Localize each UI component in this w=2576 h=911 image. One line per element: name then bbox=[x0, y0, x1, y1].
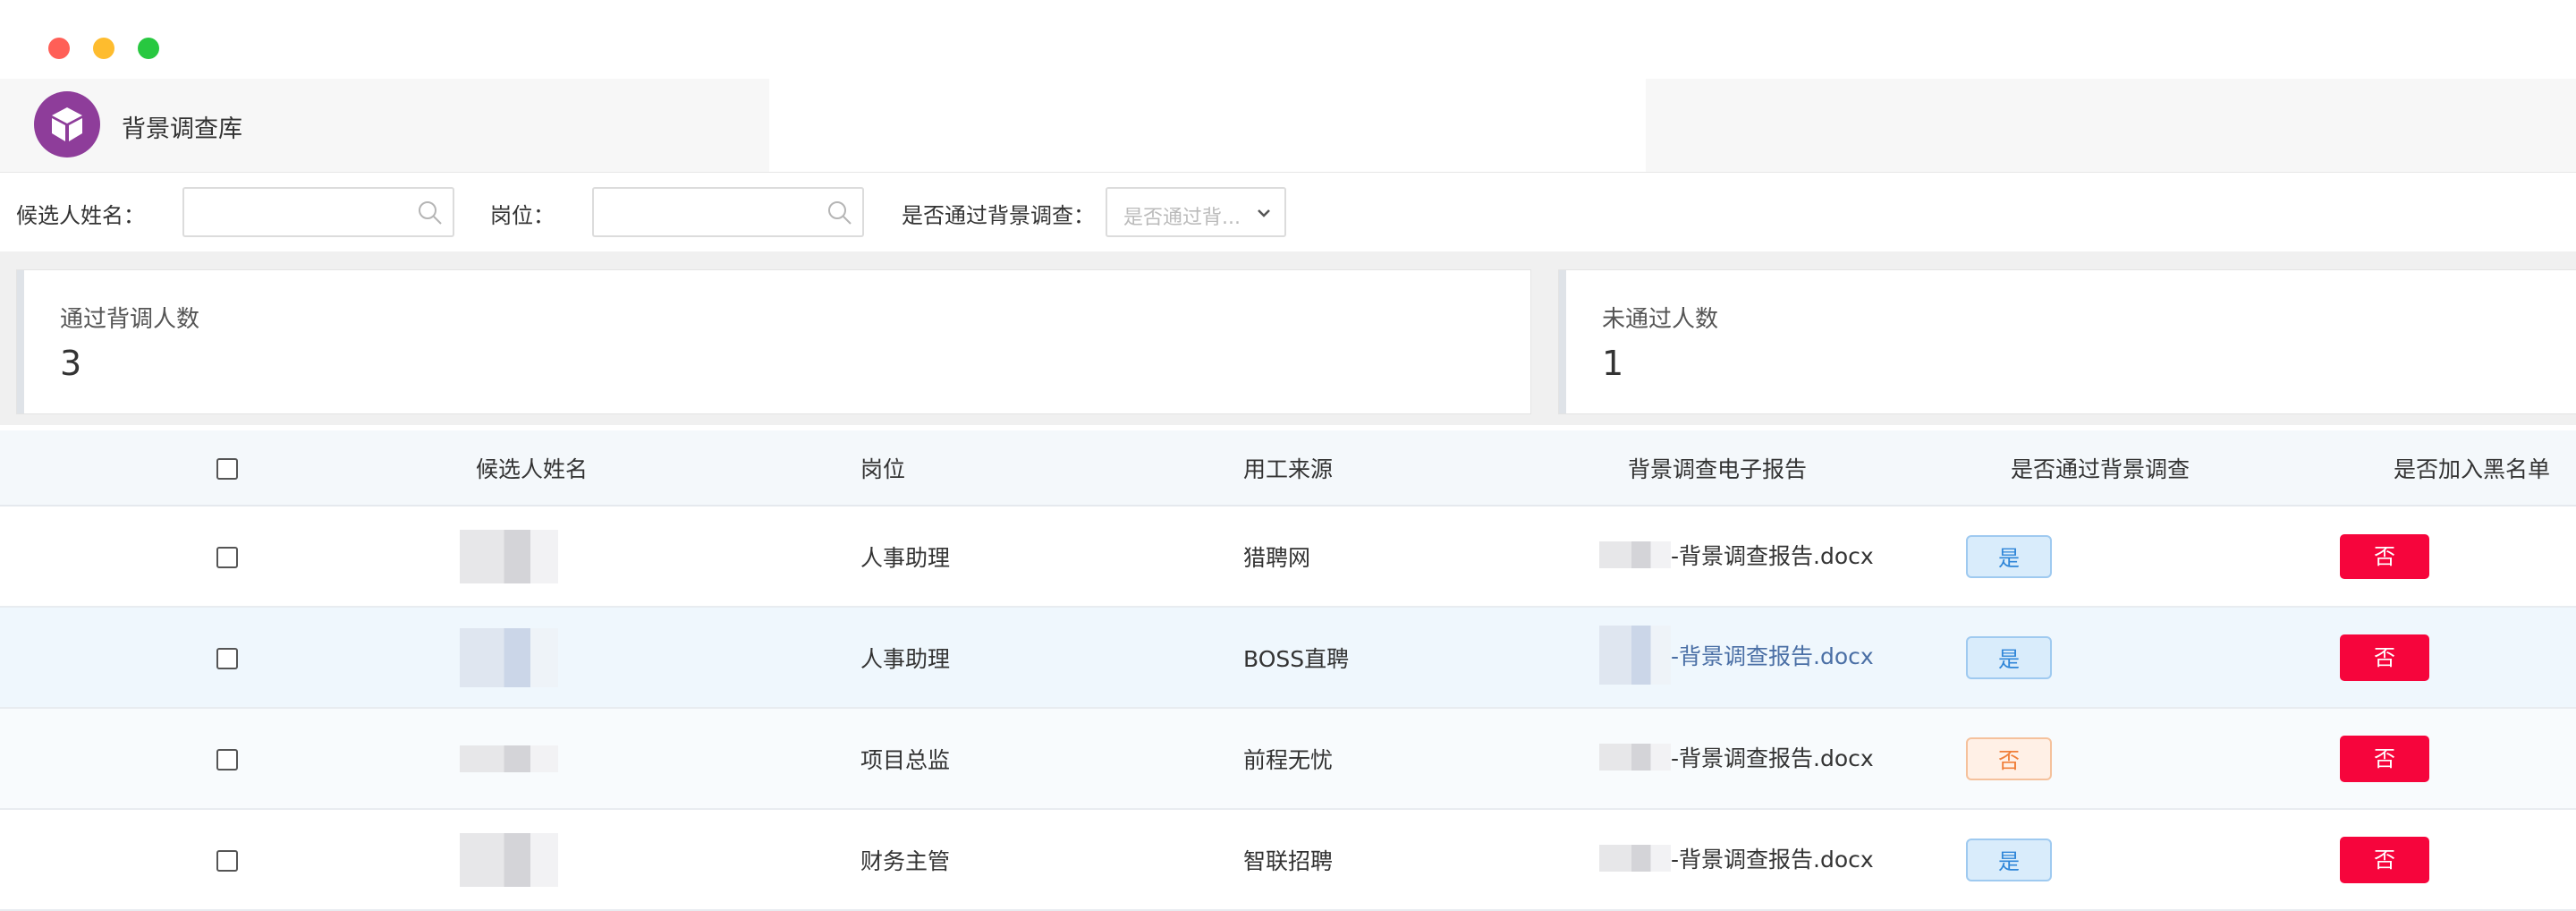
column-header[interactable]: 是否通过背景调查 bbox=[2011, 430, 2394, 507]
position-cell: 人事助理 bbox=[860, 645, 951, 672]
row-checkbox[interactable] bbox=[216, 749, 238, 771]
table-row[interactable]: 财务主管 智联招聘 -背景调查报告.docx 是 否 bbox=[0, 809, 2576, 910]
candidates-table: 候选人姓名 岗位 用工来源 背景调查电子报告 是否通过背景调查 是否加入黑名单 … bbox=[0, 430, 2576, 911]
cube-icon bbox=[34, 91, 100, 158]
blacklist-toggle-button[interactable]: 否 bbox=[2340, 533, 2429, 579]
report-file-link[interactable]: -背景调查报告.docx bbox=[1671, 842, 1874, 874]
maximize-window-button[interactable] bbox=[138, 38, 159, 59]
passed-status-badge: 是 bbox=[1966, 534, 2052, 578]
redacted-candidate-name bbox=[460, 627, 558, 687]
row-checkbox[interactable] bbox=[216, 547, 238, 568]
passed-filter-select[interactable]: 是否通过背... bbox=[1106, 187, 1286, 237]
column-header[interactable]: 用工来源 bbox=[1243, 430, 1628, 507]
table-row[interactable]: 项目总监 前程无忧 -背景调查报告.docx 否 否 bbox=[0, 708, 2576, 809]
source-cell: 智联招聘 bbox=[1243, 847, 1334, 874]
position-filter-label: 岗位： bbox=[490, 203, 555, 228]
passed-filter-placeholder: 是否通过背... bbox=[1123, 207, 1241, 229]
redacted-candidate-name bbox=[460, 529, 558, 583]
report-file-link[interactable]: -背景调查报告.docx bbox=[1671, 741, 1874, 773]
passed-count-value: 3 bbox=[60, 344, 82, 383]
column-header[interactable]: 是否加入黑名单 bbox=[2394, 430, 2576, 507]
column-header[interactable]: 岗位 bbox=[860, 430, 1243, 507]
passed-status-badge: 是 bbox=[1966, 635, 2052, 679]
app-header: 背景调查库 bbox=[0, 79, 2576, 173]
position-cell: 财务主管 bbox=[860, 847, 951, 874]
table-header-row: 候选人姓名 岗位 用工来源 背景调查电子报告 是否通过背景调查 是否加入黑名单 bbox=[0, 430, 2576, 507]
report-file-link[interactable]: -背景调查报告.docx bbox=[1671, 639, 1874, 671]
stats-area: 通过背调人数 3 未通过人数 1 bbox=[0, 251, 2576, 425]
app-title: 背景调查库 bbox=[122, 115, 242, 143]
passed-count-card: 通过背调人数 3 bbox=[16, 269, 1531, 414]
chevron-down-icon bbox=[1254, 203, 1274, 226]
position-search-field[interactable] bbox=[592, 187, 864, 237]
name-search-input[interactable] bbox=[184, 189, 453, 235]
source-cell: 前程无忧 bbox=[1243, 746, 1334, 773]
passed-status-badge: 否 bbox=[1966, 736, 2052, 780]
passed-filter-label: 是否通过背景调查： bbox=[902, 203, 1095, 228]
blacklist-toggle-button[interactable]: 否 bbox=[2340, 836, 2429, 883]
close-window-button[interactable] bbox=[48, 38, 70, 59]
failed-count-label: 未通过人数 bbox=[1602, 306, 1719, 333]
position-cell: 人事助理 bbox=[860, 544, 951, 571]
redacted-candidate-name bbox=[460, 745, 558, 772]
position-search-input[interactable] bbox=[594, 189, 862, 235]
redacted-report-prefix bbox=[1599, 744, 1671, 771]
redacted-report-prefix bbox=[1599, 541, 1671, 568]
blacklist-toggle-button[interactable]: 否 bbox=[2340, 735, 2429, 782]
search-icon[interactable] bbox=[826, 200, 853, 230]
source-cell: 猎聘网 bbox=[1243, 544, 1311, 571]
select-all-checkbox[interactable] bbox=[216, 458, 238, 480]
passed-count-label: 通过背调人数 bbox=[60, 306, 200, 333]
table-row[interactable]: 人事助理 BOSS直聘 -背景调查报告.docx 是 否 bbox=[0, 607, 2576, 708]
passed-status-badge: 是 bbox=[1966, 838, 2052, 881]
redacted-candidate-name bbox=[460, 832, 558, 887]
column-header[interactable]: 背景调查电子报告 bbox=[1628, 430, 2011, 507]
failed-count-card: 未通过人数 1 bbox=[1558, 269, 2576, 414]
position-cell: 项目总监 bbox=[860, 746, 951, 773]
table-row[interactable]: 人事助理 猎聘网 -背景调查报告.docx 是 否 bbox=[0, 506, 2576, 607]
source-cell: BOSS直聘 bbox=[1243, 645, 1350, 672]
blacklist-toggle-button[interactable]: 否 bbox=[2340, 634, 2429, 681]
failed-count-value: 1 bbox=[1602, 344, 1624, 383]
column-header[interactable]: 候选人姓名 bbox=[476, 430, 860, 507]
name-filter-label: 候选人姓名： bbox=[16, 203, 145, 228]
minimize-window-button[interactable] bbox=[93, 38, 114, 59]
redacted-report-prefix bbox=[1599, 845, 1671, 872]
name-search-field[interactable] bbox=[182, 187, 454, 237]
search-icon[interactable] bbox=[417, 200, 444, 230]
report-file-link[interactable]: -背景调查报告.docx bbox=[1671, 539, 1874, 571]
header-blank-area bbox=[769, 79, 1646, 172]
filter-bar: 候选人姓名： 岗位： 是否通过背景调查： 是否通过背... bbox=[0, 173, 2576, 251]
redacted-report-prefix bbox=[1599, 625, 1671, 685]
row-checkbox[interactable] bbox=[216, 850, 238, 872]
window-titlebar bbox=[0, 0, 2576, 79]
row-checkbox[interactable] bbox=[216, 648, 238, 669]
